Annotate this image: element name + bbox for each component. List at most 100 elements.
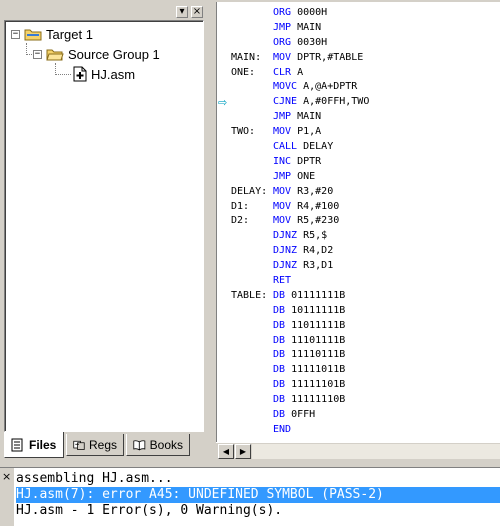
code-operands: A,#0FFH,TWO — [303, 96, 370, 108]
code-mnemonic: MOVC — [273, 81, 298, 93]
code-mnemonic: CLR — [273, 66, 292, 78]
output-window: × assembling HJ.asm... HJ.asm(7): error … — [0, 468, 500, 526]
project-tabs: Files Regs Books — [0, 432, 208, 462]
collapse-toggle[interactable]: − — [33, 49, 42, 59]
code-mnemonic: DB — [273, 319, 286, 331]
code-line[interactable]: DB 11110111B — [229, 348, 500, 363]
code-line[interactable]: D2: MOV R5,#230 — [229, 214, 500, 229]
code-line[interactable]: DB 11111011B — [229, 363, 500, 378]
code-line[interactable]: ORG 0030H — [229, 36, 500, 51]
scroll-track[interactable] — [252, 444, 500, 459]
code-mnemonic: MOV — [273, 51, 292, 63]
project-tree: − Target 1 − Source Group 1 HJ.asm — [4, 20, 204, 432]
output-line[interactable]: assembling HJ.asm... — [16, 471, 173, 487]
tab-books[interactable]: Books — [126, 434, 190, 456]
editor-horizontal-scrollbar[interactable]: ◀ ▶ — [216, 442, 500, 459]
code-line[interactable]: DJNZ R5,$ — [229, 229, 500, 244]
code-line[interactable]: ORG 0000H — [229, 6, 500, 21]
scroll-left-button[interactable]: ◀ — [218, 444, 234, 459]
code-line[interactable]: D1: MOV R4,#100 — [229, 200, 500, 215]
code-editor[interactable]: ⇨ ORG 0000H JMP MAIN ORG 0030H MAIN: MOV DPT… — [216, 2, 500, 442]
tree-label-source-group: Source Group 1 — [68, 46, 160, 62]
code-line[interactable]: DB 11011111B — [229, 319, 500, 334]
editor-gutter — [217, 2, 229, 442]
code-instruction: DB 11011111B — [273, 319, 345, 334]
code-line[interactable]: INC DPTR — [229, 155, 500, 170]
code-mnemonic: ORG — [273, 36, 292, 48]
code-mnemonic: DJNZ — [273, 260, 298, 272]
code-mnemonic: JMP — [273, 170, 292, 182]
code-instruction: JMP ONE — [273, 170, 315, 185]
code-instruction: INC DPTR — [273, 155, 321, 170]
code-line[interactable]: END — [229, 423, 500, 438]
code-instruction: END — [273, 423, 297, 438]
code-line[interactable]: TABLE: DB 01111111B — [229, 289, 500, 304]
code-mnemonic: DB — [273, 289, 286, 301]
scroll-right-button[interactable]: ▶ — [235, 444, 251, 459]
code-instruction: CJNE A,#0FFH,TWO — [273, 95, 369, 110]
code-instruction: CALL DELAY — [273, 140, 333, 155]
tree-label-file: HJ.asm — [91, 66, 136, 82]
code-instruction: ORG 0030H — [273, 36, 327, 51]
close-icon[interactable]: × — [2, 471, 11, 482]
code-label: DELAY: — [231, 185, 268, 197]
code-operands: 11011111B — [291, 319, 346, 331]
code-line[interactable]: DB 11101111B — [229, 334, 500, 349]
project-panel: ▾ × − Target 1 − Source Group 1 HJ.asm F… — [0, 0, 208, 462]
code-line[interactable]: JMP MAIN — [229, 110, 500, 125]
asm-file-icon — [73, 66, 87, 82]
code-instruction: DJNZ R5,$ — [273, 229, 327, 244]
code-instruction: DB 11111110B — [273, 393, 345, 408]
panel-menu-button[interactable]: ▾ — [176, 6, 188, 18]
panel-splitter[interactable] — [208, 0, 216, 462]
tab-regs[interactable]: Regs — [66, 434, 124, 456]
code-operands: MAIN — [297, 21, 322, 33]
code-instruction: DB 11111101B — [273, 378, 345, 393]
code-mnemonic: DB — [273, 364, 286, 376]
tree-item-target[interactable]: − Target 1 — [11, 25, 93, 43]
tree-item-file[interactable]: HJ.asm — [73, 65, 135, 83]
code-operands: A,@A+DPTR — [303, 81, 358, 93]
code-mnemonic: MOV — [273, 200, 292, 212]
code-instruction: DB 11101111B — [273, 334, 345, 349]
code-line[interactable]: TWO: MOV P1,A — [229, 125, 500, 140]
code-mnemonic: ORG — [273, 7, 292, 18]
code-line[interactable]: MAIN: MOV DPTR,#TABLE — [229, 51, 500, 66]
code-line[interactable]: DELAY: MOV R3,#20 — [229, 185, 500, 200]
code-mnemonic: DB — [273, 304, 286, 316]
code-instruction: DB 0FFH — [273, 408, 315, 423]
code-line[interactable]: CALL DELAY — [229, 140, 500, 155]
code-line[interactable]: DB 0FFH — [229, 408, 500, 423]
collapse-toggle[interactable]: − — [11, 29, 20, 39]
code-line[interactable]: DB 11111101B — [229, 378, 500, 393]
code-instruction: MOV P1,A — [273, 125, 321, 140]
code-line[interactable]: ONE: CLR A — [229, 66, 500, 81]
code-line[interactable]: DB 11111110B — [229, 393, 500, 408]
code-line[interactable]: MOVC A,@A+DPTR — [229, 80, 500, 95]
code-operands: A — [297, 66, 304, 78]
code-label: D1: — [231, 200, 250, 212]
code-operands: DPTR,#TABLE — [297, 51, 364, 63]
output-line-error[interactable]: HJ.asm(7): error A45: UNDEFINED SYMBOL (… — [16, 487, 500, 503]
panel-close-button[interactable]: × — [191, 6, 203, 18]
code-mnemonic: JMP — [273, 111, 292, 123]
code-line[interactable]: DJNZ R3,D1 — [229, 259, 500, 274]
code-line[interactable]: RET — [229, 274, 500, 289]
code-instruction: DB 11111011B — [273, 363, 345, 378]
panel-titlebar: ▾ × — [0, 0, 208, 20]
code-instruction: DB 01111111B — [273, 289, 345, 304]
code-line[interactable]: JMP ONE — [229, 170, 500, 185]
code-lines: ORG 0000H JMP MAIN ORG 0030H MAIN: MOV DPTR,… — [229, 6, 500, 438]
tab-label: Books — [149, 437, 183, 452]
code-instruction: ORG 0000H — [273, 6, 327, 21]
code-line[interactable]: DB 10111111B — [229, 304, 500, 319]
code-line[interactable]: CJNE A,#0FFH,TWO — [229, 95, 500, 110]
code-label: D2: — [231, 215, 250, 227]
tab-files[interactable]: Files — [4, 432, 64, 458]
chevron-down-icon: ▾ — [179, 6, 185, 17]
tree-item-source-group[interactable]: − Source Group 1 — [33, 45, 160, 63]
code-line[interactable]: DJNZ R4,D2 — [229, 244, 500, 259]
code-operands: 0030H — [297, 36, 328, 48]
code-line[interactable]: JMP MAIN — [229, 21, 500, 36]
output-line[interactable]: HJ.asm - 1 Error(s), 0 Warning(s). — [16, 503, 282, 519]
